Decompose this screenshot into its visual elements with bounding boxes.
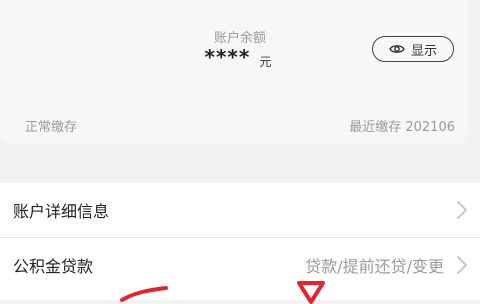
chevron-right-icon <box>456 255 468 275</box>
chevron-right-icon <box>456 200 468 220</box>
list-item-housing-fund-loan[interactable]: 公积金贷款 贷款/提前还贷/变更 <box>0 238 480 292</box>
balance-unit: 元 <box>259 55 272 69</box>
list-item-detail: 贷款/提前还贷/变更 <box>305 257 444 276</box>
show-balance-button[interactable]: 显示 <box>372 36 454 62</box>
list-item-label: 公积金贷款 <box>13 257 94 276</box>
list-item-account-details[interactable]: 账户详细信息 <box>0 183 480 237</box>
account-menu-list: 账户详细信息 公积金贷款 贷款/提前还贷/变更 <box>0 183 480 300</box>
account-status: 正常缴存 <box>25 120 78 135</box>
last-deposit: 最近缴存 202106 <box>349 120 455 135</box>
list-item-label: 账户详细信息 <box>13 202 110 221</box>
show-balance-label: 显示 <box>410 43 437 59</box>
red-annotation-arrow <box>297 281 325 304</box>
balance-value: **** <box>204 45 251 69</box>
eye-icon <box>389 43 405 55</box>
